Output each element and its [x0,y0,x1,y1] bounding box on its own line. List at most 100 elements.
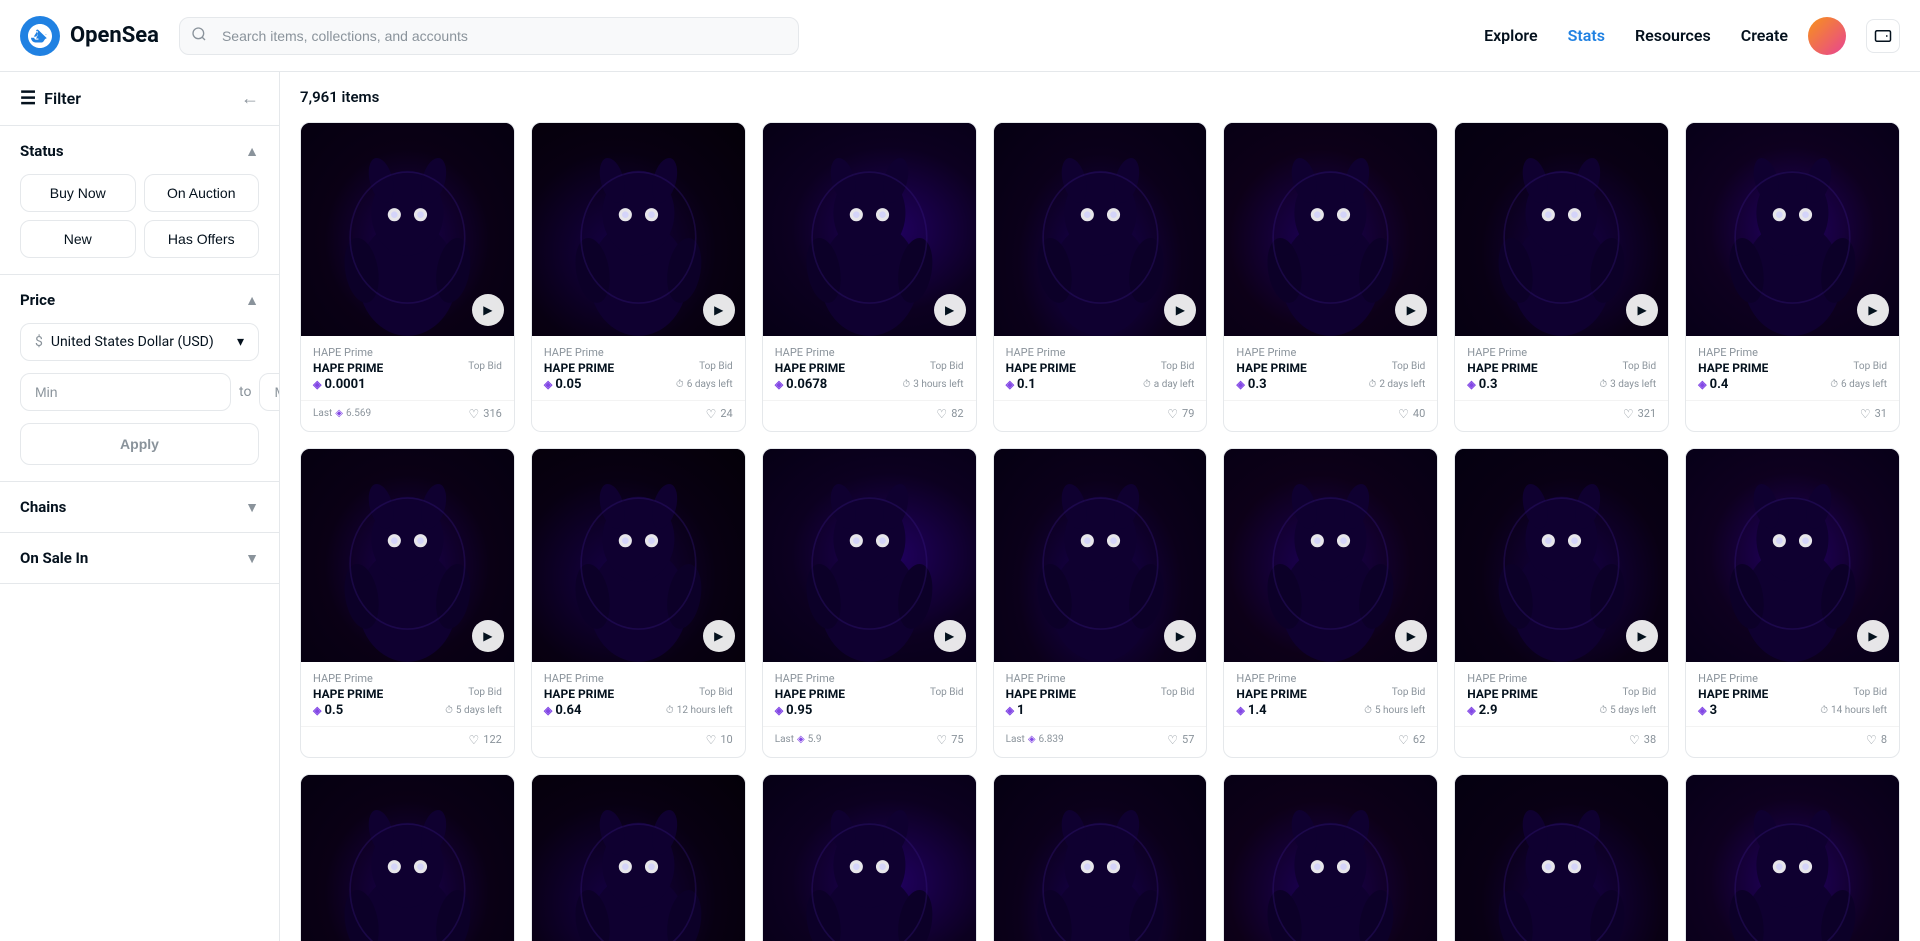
nft-card[interactable]: ▶ HAPE Prime HAPE PRIME Top Bid ◈ 0.1 ⏱ … [993,122,1208,432]
status-section-title: Status [20,142,64,160]
nft-info: HAPE Prime HAPE PRIME Top Bid ◈ 0.3 ⏱ 2 … [1224,336,1437,400]
filter-toggle[interactable]: ☰ Filter [20,88,81,109]
user-avatar[interactable] [1808,17,1846,55]
play-button[interactable]: ▶ [1857,294,1889,326]
nft-likes-button[interactable]: ♡ 10 [706,733,733,747]
likes-count: 122 [483,733,502,746]
likes-count: 57 [1182,733,1194,746]
play-button[interactable]: ▶ [934,294,966,326]
nft-likes-button[interactable]: ♡ 8 [1866,733,1887,747]
nft-info: HAPE Prime HAPE PRIME Top Bid ◈ 0.1 ⏱ a … [994,336,1207,400]
nft-card[interactable]: ▶ HAPE Prime HAPE PRIME Top Bid ◈ 0.64 ⏱… [531,448,746,758]
filter-label-text: Filter [44,89,81,108]
nft-card[interactable]: ▶ HAPE Prime HAPE PRIME Top Bid ◈ 2.9 ⏱ … [1454,448,1669,758]
likes-count: 75 [951,733,963,746]
play-button[interactable]: ▶ [934,620,966,652]
nav-explore[interactable]: Explore [1484,26,1538,45]
apply-price-button[interactable]: Apply [20,423,259,465]
play-button[interactable]: ▶ [1395,294,1427,326]
nft-top-row: HAPE PRIME Top Bid [775,687,964,701]
nft-price: ◈ 0.05 [544,377,582,392]
currency-selector[interactable]: $ United States Dollar (USD) ▾ [20,323,259,361]
nft-likes-button[interactable]: ♡ 122 [469,733,502,747]
status-has-offers-button[interactable]: Has Offers [144,220,260,258]
nft-likes-button[interactable]: ♡ 62 [1398,733,1425,747]
nft-card[interactable]: ▶ HAPE Prime HAPE PRIME Top Bid ◈ 1.5 ⏱ … [1454,774,1669,941]
nft-artwork [1455,775,1668,941]
nft-likes-button[interactable]: ♡ 38 [1629,733,1656,747]
nft-price-row: ◈ 0.64 ⏱ 12 hours left [544,703,733,718]
sidebar-close-button[interactable]: ← [241,88,259,109]
on-sale-in-section-header[interactable]: On Sale In ▼ [20,549,259,567]
main-layout: ☰ Filter ← Status ▲ Buy Now On Auction N… [0,72,1920,941]
nft-card[interactable]: ▶ HAPE Prime HAPE PRIME Top Bid ◈ 1.2 ⏱ … [762,774,977,941]
status-on-auction-button[interactable]: On Auction [144,174,260,212]
play-button[interactable]: ▶ [703,294,735,326]
nft-likes-button[interactable]: ♡ 31 [1860,407,1887,421]
nft-collection: HAPE Prime [313,672,502,685]
nft-collection: HAPE Prime [1698,672,1887,685]
nft-card[interactable]: ▶ HAPE Prime HAPE PRIME Top Bid ◈ 0.8 ⏱ … [993,774,1208,941]
play-button[interactable]: ▶ [1626,294,1658,326]
nft-likes-button[interactable]: ♡ 79 [1167,407,1194,421]
status-new-button[interactable]: New [20,220,136,258]
nft-card[interactable]: ▶ HAPE Prime HAPE PRIME Top Bid ◈ 0.5 ⏱ … [300,774,515,941]
nft-card[interactable]: ▶ HAPE Prime HAPE PRIME Top Bid ◈ 1.4 ⏱ … [1223,448,1438,758]
nft-card[interactable]: ▶ HAPE Prime HAPE PRIME Top Bid ◈ 0.3 ⏱ … [1454,122,1669,432]
nav-stats[interactable]: Stats [1568,26,1605,45]
status-section-header[interactable]: Status ▲ [20,142,259,160]
nft-card[interactable]: ▶ HAPE Prime HAPE PRIME Top Bid ◈ 0.3 ⏱ … [1223,122,1438,432]
chains-section-header[interactable]: Chains ▼ [20,498,259,516]
chains-section-title: Chains [20,498,66,516]
nft-likes-button[interactable]: ♡ 40 [1398,407,1425,421]
nft-name: HAPE PRIME [1006,361,1076,375]
nft-card[interactable]: ▶ HAPE Prime HAPE PRIME Top Bid ◈ 3 ⏱ 14… [1685,448,1900,758]
nav-create[interactable]: Create [1741,26,1788,45]
play-button[interactable]: ▶ [703,620,735,652]
nft-card[interactable]: ▶ HAPE Prime HAPE PRIME Top Bid ◈ 0.9 ⏱ … [1685,774,1900,941]
nft-likes-button[interactable]: ♡ 82 [936,407,963,421]
nft-card[interactable]: ▶ HAPE Prime HAPE PRIME Top Bid ◈ 0.05 ⏱… [531,122,746,432]
nft-footer: ♡ 8 [1686,726,1899,757]
nft-footer: ♡ 40 [1224,400,1437,431]
play-button[interactable]: ▶ [1395,620,1427,652]
nft-price: ◈ 0.0678 [775,377,828,392]
nft-top-row: HAPE PRIME Top Bid [313,687,502,701]
nft-card[interactable]: ▶ HAPE Prime HAPE PRIME Top Bid ◈ 2.1 ⏱ … [1223,774,1438,941]
nft-likes-button[interactable]: ♡ 75 [936,733,963,747]
nft-name: HAPE PRIME [1698,687,1768,701]
nft-card[interactable]: ▶ HAPE Prime HAPE PRIME Top Bid ◈ 0.0678… [762,122,977,432]
price-max-input[interactable] [259,373,280,411]
nft-top-row: HAPE PRIME Top Bid [1467,361,1656,375]
nft-card[interactable]: ▶ HAPE Prime HAPE PRIME Top Bid ◈ 0.95 L… [762,448,977,758]
nft-name: HAPE PRIME [1236,361,1306,375]
nft-card[interactable]: ▶ HAPE Prime HAPE PRIME Top Bid ◈ 0.4 ⏱ … [1685,122,1900,432]
nft-likes-button[interactable]: ♡ 24 [706,407,733,421]
nft-footer: ♡ 122 [301,726,514,757]
logo[interactable]: OpenSea [20,16,159,56]
search-input[interactable] [179,17,799,55]
nft-card[interactable]: ▶ HAPE Prime HAPE PRIME Top Bid ◈ 0.0001… [300,122,515,432]
play-button[interactable]: ▶ [1164,620,1196,652]
play-button[interactable]: ▶ [1857,620,1889,652]
nft-likes-button[interactable]: ♡ 321 [1623,407,1656,421]
play-button[interactable]: ▶ [472,620,504,652]
nft-price: ◈ 2.9 [1467,703,1497,718]
nav-resources[interactable]: Resources [1635,26,1711,45]
currency-symbol: $ [35,334,43,350]
nft-collection: HAPE Prime [1006,346,1195,359]
nft-card[interactable]: ▶ HAPE Prime HAPE PRIME Top Bid ◈ 0.5 ⏱ … [300,448,515,758]
nft-card[interactable]: ▶ HAPE Prime HAPE PRIME Top Bid ◈ 0.7 ⏱ … [531,774,746,941]
nft-card[interactable]: ▶ HAPE Prime HAPE PRIME Top Bid ◈ 1 Last… [993,448,1208,758]
status-buy-now-button[interactable]: Buy Now [20,174,136,212]
play-button[interactable]: ▶ [472,294,504,326]
price-min-input[interactable] [20,373,231,411]
price-section-header[interactable]: Price ▲ [20,291,259,309]
nft-likes-button[interactable]: ♡ 57 [1167,733,1194,747]
play-button[interactable]: ▶ [1626,620,1658,652]
nft-likes-button[interactable]: ♡ 316 [469,407,502,421]
nft-image: ▶ [1686,775,1899,941]
filter-icon: ☰ [20,88,36,109]
nft-last-price: Last◈6.569 [313,408,371,419]
wallet-button[interactable] [1866,19,1900,53]
